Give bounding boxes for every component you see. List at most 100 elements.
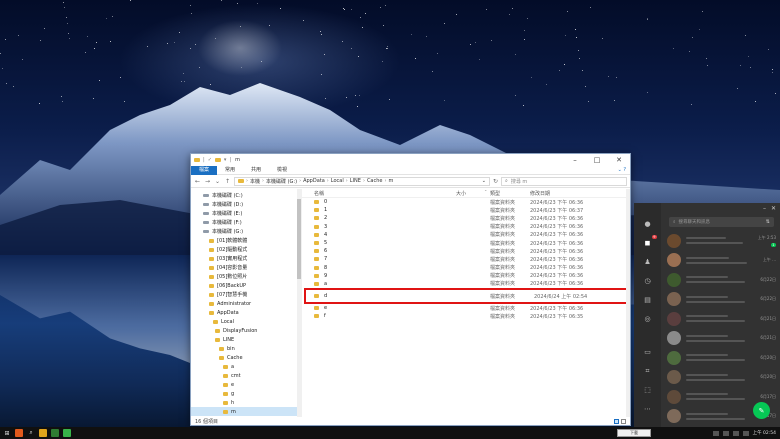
file-explorer-icon[interactable] (39, 429, 47, 437)
details-view-icon[interactable] (614, 418, 619, 424)
keep-icon[interactable]: ⬚ (643, 385, 653, 395)
table-row[interactable]: 4 檔案資料夾 2024/6/23 下午 06:36 (302, 231, 630, 239)
table-row[interactable]: a 檔案資料夾 2024/6/23 下午 06:36 (302, 280, 630, 288)
windows-start-icon[interactable]: ⊞ (3, 429, 11, 437)
address-bar[interactable]: › 本機 › 本機磁碟 (G:) › AppData › Local › LINE › C… (234, 176, 490, 186)
tree-item[interactable]: [07]智慧手機 (191, 290, 301, 299)
tray-icon[interactable] (732, 430, 739, 436)
search-icon[interactable]: ⌕ (27, 429, 35, 437)
highlighted-table-row[interactable]: d 檔案資料夾 2024/6/24 上午 02:54 (304, 288, 629, 305)
openchat-icon[interactable]: ◎ (643, 314, 653, 324)
tree-item[interactable]: cmt (191, 371, 301, 380)
tray-icon[interactable] (722, 430, 729, 436)
table-row[interactable]: 6 檔案資料夾 2024/6/23 下午 06:36 (302, 247, 630, 255)
tree-item[interactable]: Cache (191, 353, 301, 362)
column-type[interactable]: 類型 (470, 190, 530, 197)
chat-list-item[interactable]: 6月21日 (661, 329, 780, 349)
breadcrumb-item[interactable]: m (389, 178, 394, 184)
table-row[interactable]: 1 檔案資料夾 2024/6/23 下午 06:37 (302, 206, 630, 214)
chat-list-item[interactable]: 6月21日 (661, 309, 780, 329)
line-taskbar-icon[interactable] (51, 429, 59, 437)
tree-item[interactable]: h (191, 398, 301, 407)
breadcrumb-item[interactable]: AppData (303, 178, 325, 184)
search-box[interactable]: ⌕ 搜尋 m (501, 176, 627, 186)
tree-item[interactable]: LINE (191, 335, 301, 344)
close-icon[interactable]: ✕ (771, 205, 776, 212)
table-row[interactable]: 3 檔案資料夾 2024/6/23 下午 06:36 (302, 223, 630, 231)
tree-item[interactable]: m (191, 407, 301, 416)
chat-list-item[interactable]: 6月22日 (661, 290, 780, 310)
large-icons-view-icon[interactable] (621, 418, 626, 424)
tree-item[interactable]: DisplayFusion (191, 326, 301, 335)
firefox-icon[interactable] (15, 429, 23, 437)
minimize-icon[interactable]: – (763, 205, 766, 212)
properties-icon[interactable]: ✓ (208, 157, 212, 163)
tab-view[interactable]: 檢視 (269, 166, 295, 175)
tree-item[interactable]: bin (191, 344, 301, 353)
table-row[interactable]: 0 檔案資料夾 2024/6/23 下午 06:36 (302, 198, 630, 206)
tree-item[interactable]: AppData (191, 308, 301, 317)
chevron-down-icon[interactable]: ⌄ (482, 178, 486, 184)
line-search-input[interactable]: ⌕ 搜尋聊天和訊息 ⇅ (669, 217, 774, 227)
call-icon[interactable]: ▭ (643, 347, 653, 357)
tree-item[interactable]: 本機磁碟 (E:) (191, 209, 301, 218)
table-row[interactable]: f 檔案資料夾 2024/6/23 下午 06:35 (302, 312, 630, 320)
app-icon[interactable] (63, 429, 71, 437)
chat-list-item[interactable]: 6月20日 (661, 348, 780, 368)
tree-item[interactable]: 本機磁碟 (D:) (191, 200, 301, 209)
clock[interactable]: 上午 02:54 (753, 430, 776, 436)
tree-item[interactable]: [01]軟體軟體 (191, 236, 301, 245)
minimize-button[interactable]: – (564, 154, 586, 166)
column-date[interactable]: 修改日期 (530, 190, 620, 197)
breadcrumb-item[interactable]: 本機 (250, 178, 260, 185)
tab-file[interactable]: 檔案 (191, 165, 218, 175)
chats-icon[interactable]: ◼ 9 (643, 235, 657, 248)
new-chat-button[interactable]: ✎ (753, 402, 770, 419)
sort-icon[interactable]: ⇅ (766, 219, 770, 225)
tab-home[interactable]: 常用 (217, 166, 243, 175)
tree-item[interactable]: a (191, 362, 301, 371)
chat-list-item[interactable]: 上午 2:53 1 (661, 231, 780, 251)
up-icon[interactable]: ↑ (224, 178, 231, 185)
tree-item[interactable]: Local (191, 317, 301, 326)
tray-icon[interactable] (712, 430, 719, 436)
table-row[interactable]: e 檔案資料夾 2024/6/23 下午 06:36 (302, 304, 630, 312)
table-row[interactable]: 9 檔案資料夾 2024/6/23 下午 06:36 (302, 272, 630, 280)
tab-share[interactable]: 共用 (243, 166, 269, 175)
refresh-icon[interactable]: ↻ (493, 178, 498, 185)
table-row[interactable]: 8 檔案資料夾 2024/6/23 下午 06:36 (302, 264, 630, 272)
breadcrumb-item[interactable]: Cache (367, 178, 383, 184)
chat-list-item[interactable]: 上午 ... (661, 251, 780, 271)
breadcrumb-item[interactable]: LINE (350, 178, 361, 184)
back-icon[interactable]: ← (194, 178, 201, 185)
tray-icon[interactable] (742, 430, 749, 436)
tree-item[interactable]: 本機磁碟 (C:) (191, 191, 301, 200)
table-row[interactable]: 5 檔案資料夾 2024/6/23 下午 06:36 (302, 239, 630, 247)
recent-locations-icon[interactable]: ⌄ (214, 178, 221, 185)
navigation-scrollbar[interactable] (297, 189, 301, 417)
file-list-scrollbar[interactable] (626, 189, 630, 417)
profile-icon[interactable]: ● (643, 219, 653, 229)
chat-list-item[interactable]: 6月22日 (661, 270, 780, 290)
notes-icon[interactable]: ▤ (643, 295, 653, 305)
table-row[interactable]: 2 檔案資料夾 2024/6/23 下午 06:36 (302, 214, 630, 222)
maximize-button[interactable]: □ (586, 154, 608, 166)
tree-item[interactable]: Administrator (191, 299, 301, 308)
table-row[interactable]: 7 檔案資料夾 2024/6/23 下午 06:36 (302, 255, 630, 263)
tree-item[interactable]: e (191, 380, 301, 389)
close-button[interactable]: ✕ (608, 154, 630, 166)
tree-item[interactable]: [06]BackUP (191, 281, 301, 290)
chevron-down-icon[interactable]: ▾ (224, 157, 227, 163)
expand-ribbon-icon[interactable]: ⌄ ? (618, 167, 626, 173)
crop-icon[interactable]: ⌗ (643, 366, 653, 376)
more-icon[interactable]: ⋯ (643, 404, 653, 414)
column-name[interactable]: 名稱 (302, 190, 426, 197)
scrollbar-thumb[interactable] (297, 199, 301, 279)
friends-icon[interactable]: ♟ (643, 257, 653, 267)
tree-item[interactable]: g (191, 389, 301, 398)
ime-indicator[interactable]: 下載 (617, 429, 651, 437)
tree-item[interactable]: [04]容影音量 (191, 263, 301, 272)
column-size[interactable]: 大小 (426, 190, 470, 197)
tree-item[interactable]: [02]驅動程式 (191, 245, 301, 254)
tree-item[interactable]: [05]數位照片 (191, 272, 301, 281)
